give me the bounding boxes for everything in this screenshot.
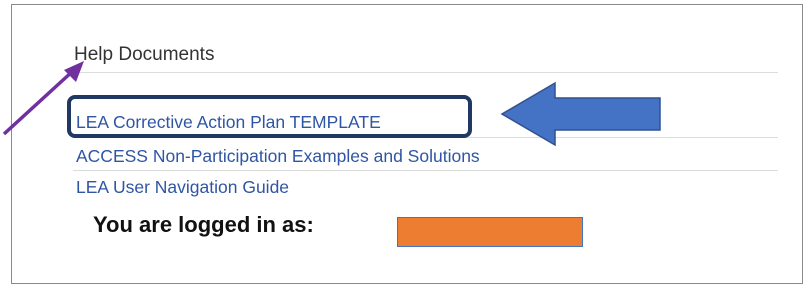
screenshot-page: Help Documents LEA Corrective Action Pla… <box>0 0 810 288</box>
link-lea-user-navigation-guide[interactable]: LEA User Navigation Guide <box>76 176 289 198</box>
highlight-box-annotation <box>67 95 472 138</box>
link-access-non-participation-examples[interactable]: ACCESS Non-Participation Examples and So… <box>76 145 480 167</box>
arrow-up-right-icon <box>2 61 84 136</box>
logged-in-as-label: You are logged in as: <box>93 212 314 237</box>
help-documents-heading: Help Documents <box>74 44 215 65</box>
heading-divider <box>73 72 778 73</box>
row-divider <box>73 170 778 171</box>
redaction-box <box>397 217 583 247</box>
arrow-left-icon <box>500 81 661 147</box>
